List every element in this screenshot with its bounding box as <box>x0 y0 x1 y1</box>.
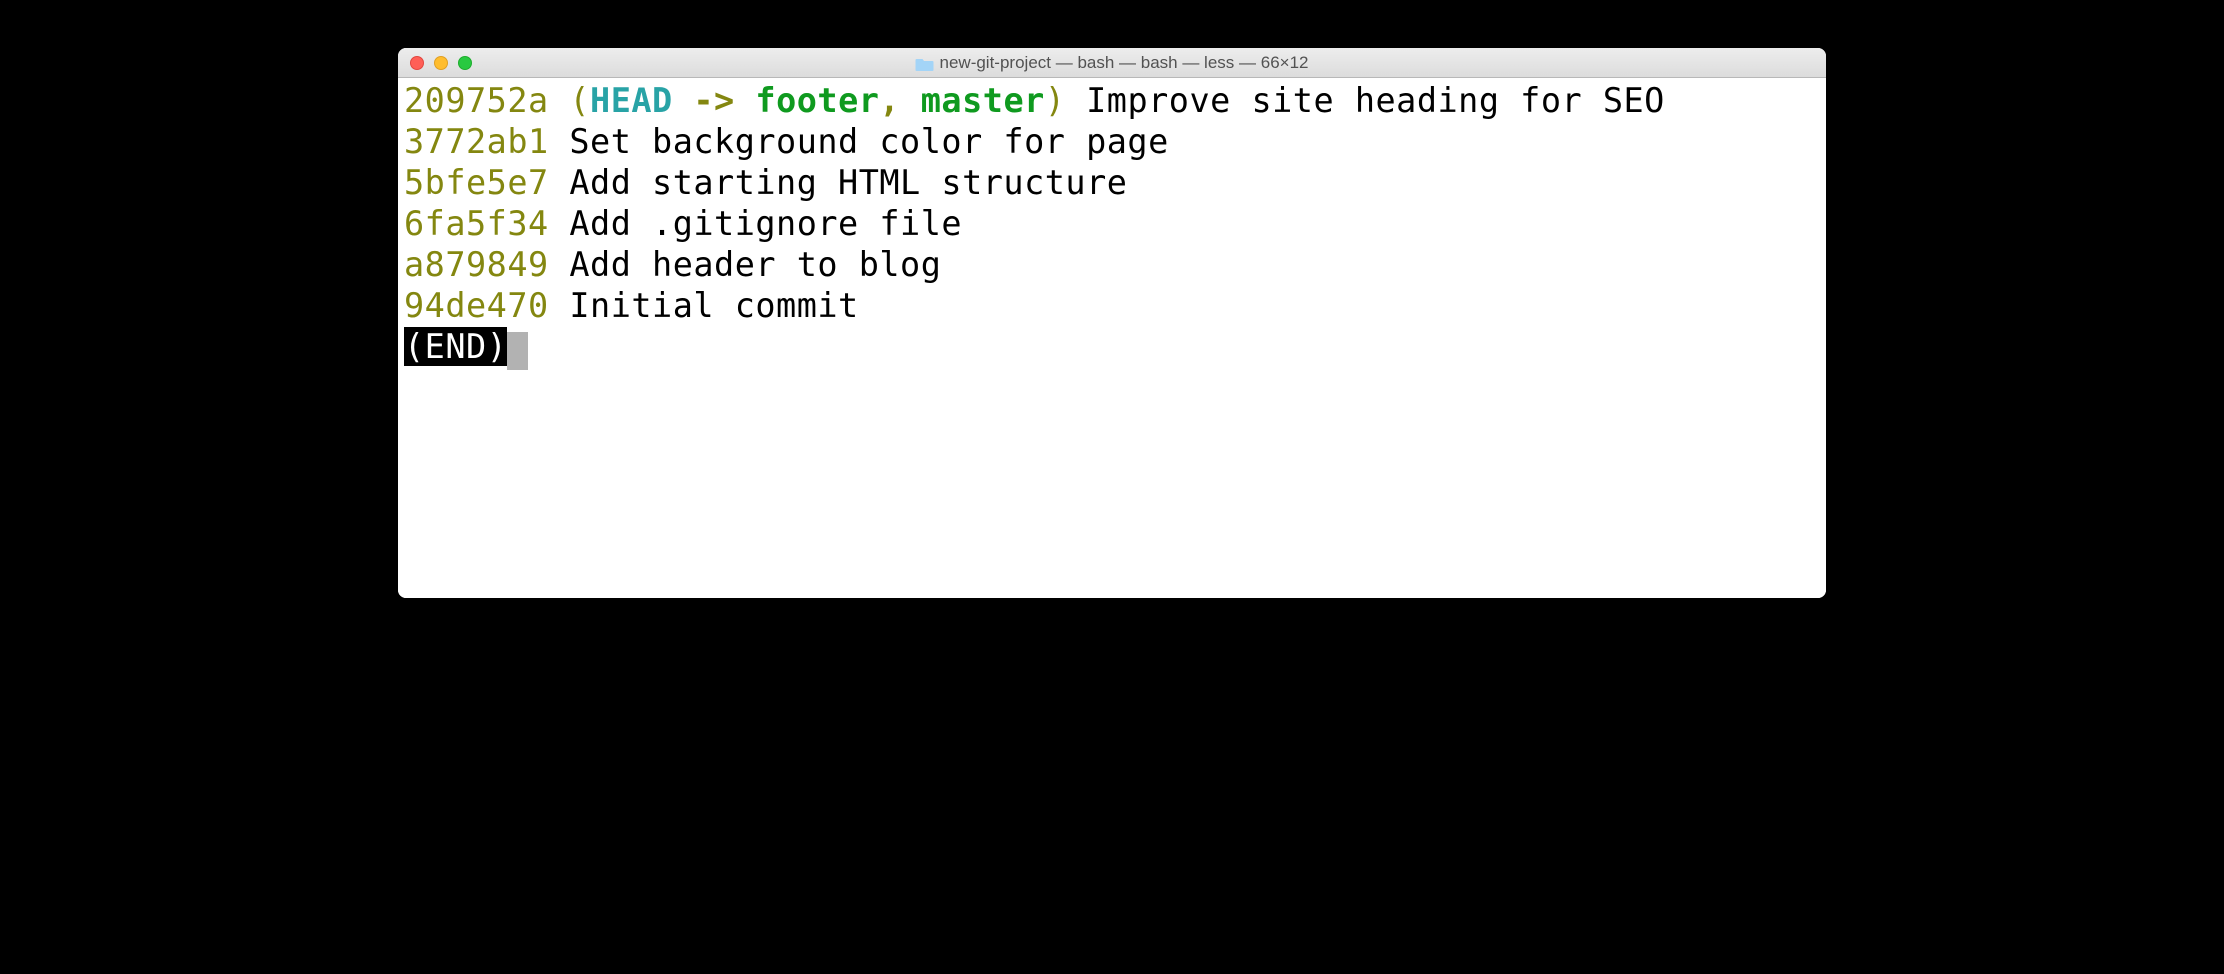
pager-status: (END) <box>404 326 1820 367</box>
close-button[interactable] <box>410 56 424 70</box>
commit-message: Add header to blog <box>569 245 941 284</box>
ref-arrow: -> <box>673 81 756 120</box>
commit-hash: 94de470 <box>404 286 549 325</box>
branch-ref: master <box>921 81 1045 120</box>
pager-end-marker: (END) <box>404 327 507 366</box>
window-title: new-git-project — bash — bash — less — 6… <box>916 53 1309 73</box>
ref-paren-open: ( <box>569 81 590 120</box>
titlebar[interactable]: new-git-project — bash — bash — less — 6… <box>398 48 1826 78</box>
minimize-button[interactable] <box>434 56 448 70</box>
head-ref: HEAD <box>590 81 673 120</box>
branch-ref: footer <box>755 81 879 120</box>
ref-paren-close: ) <box>1045 81 1066 120</box>
ref-comma: , <box>879 81 920 120</box>
log-line: 94de470 Initial commit <box>404 285 1820 326</box>
commit-hash: a879849 <box>404 245 549 284</box>
log-line: 6fa5f34 Add .gitignore file <box>404 203 1820 244</box>
commit-message: Initial commit <box>569 286 858 325</box>
commit-message: Add .gitignore file <box>569 204 962 243</box>
commit-hash: 6fa5f34 <box>404 204 549 243</box>
terminal-body[interactable]: 209752a (HEAD -> footer, master) Improve… <box>398 78 1826 598</box>
commit-message: Add starting HTML structure <box>569 163 1127 202</box>
log-line: 3772ab1 Set background color for page <box>404 121 1820 162</box>
commit-message: Improve site heading for SEO <box>1086 81 1665 120</box>
log-line: 5bfe5e7 Add starting HTML structure <box>404 162 1820 203</box>
traffic-lights <box>398 56 472 70</box>
maximize-button[interactable] <box>458 56 472 70</box>
log-line: 209752a (HEAD -> footer, master) Improve… <box>404 80 1820 121</box>
commit-hash: 3772ab1 <box>404 122 549 161</box>
cursor <box>507 332 528 370</box>
commit-message: Set background color for page <box>569 122 1168 161</box>
window-title-text: new-git-project — bash — bash — less — 6… <box>940 53 1309 73</box>
log-line: a879849 Add header to blog <box>404 244 1820 285</box>
commit-hash: 5bfe5e7 <box>404 163 549 202</box>
commit-hash: 209752a <box>404 81 549 120</box>
folder-icon <box>916 56 934 70</box>
terminal-window: new-git-project — bash — bash — less — 6… <box>398 48 1826 598</box>
